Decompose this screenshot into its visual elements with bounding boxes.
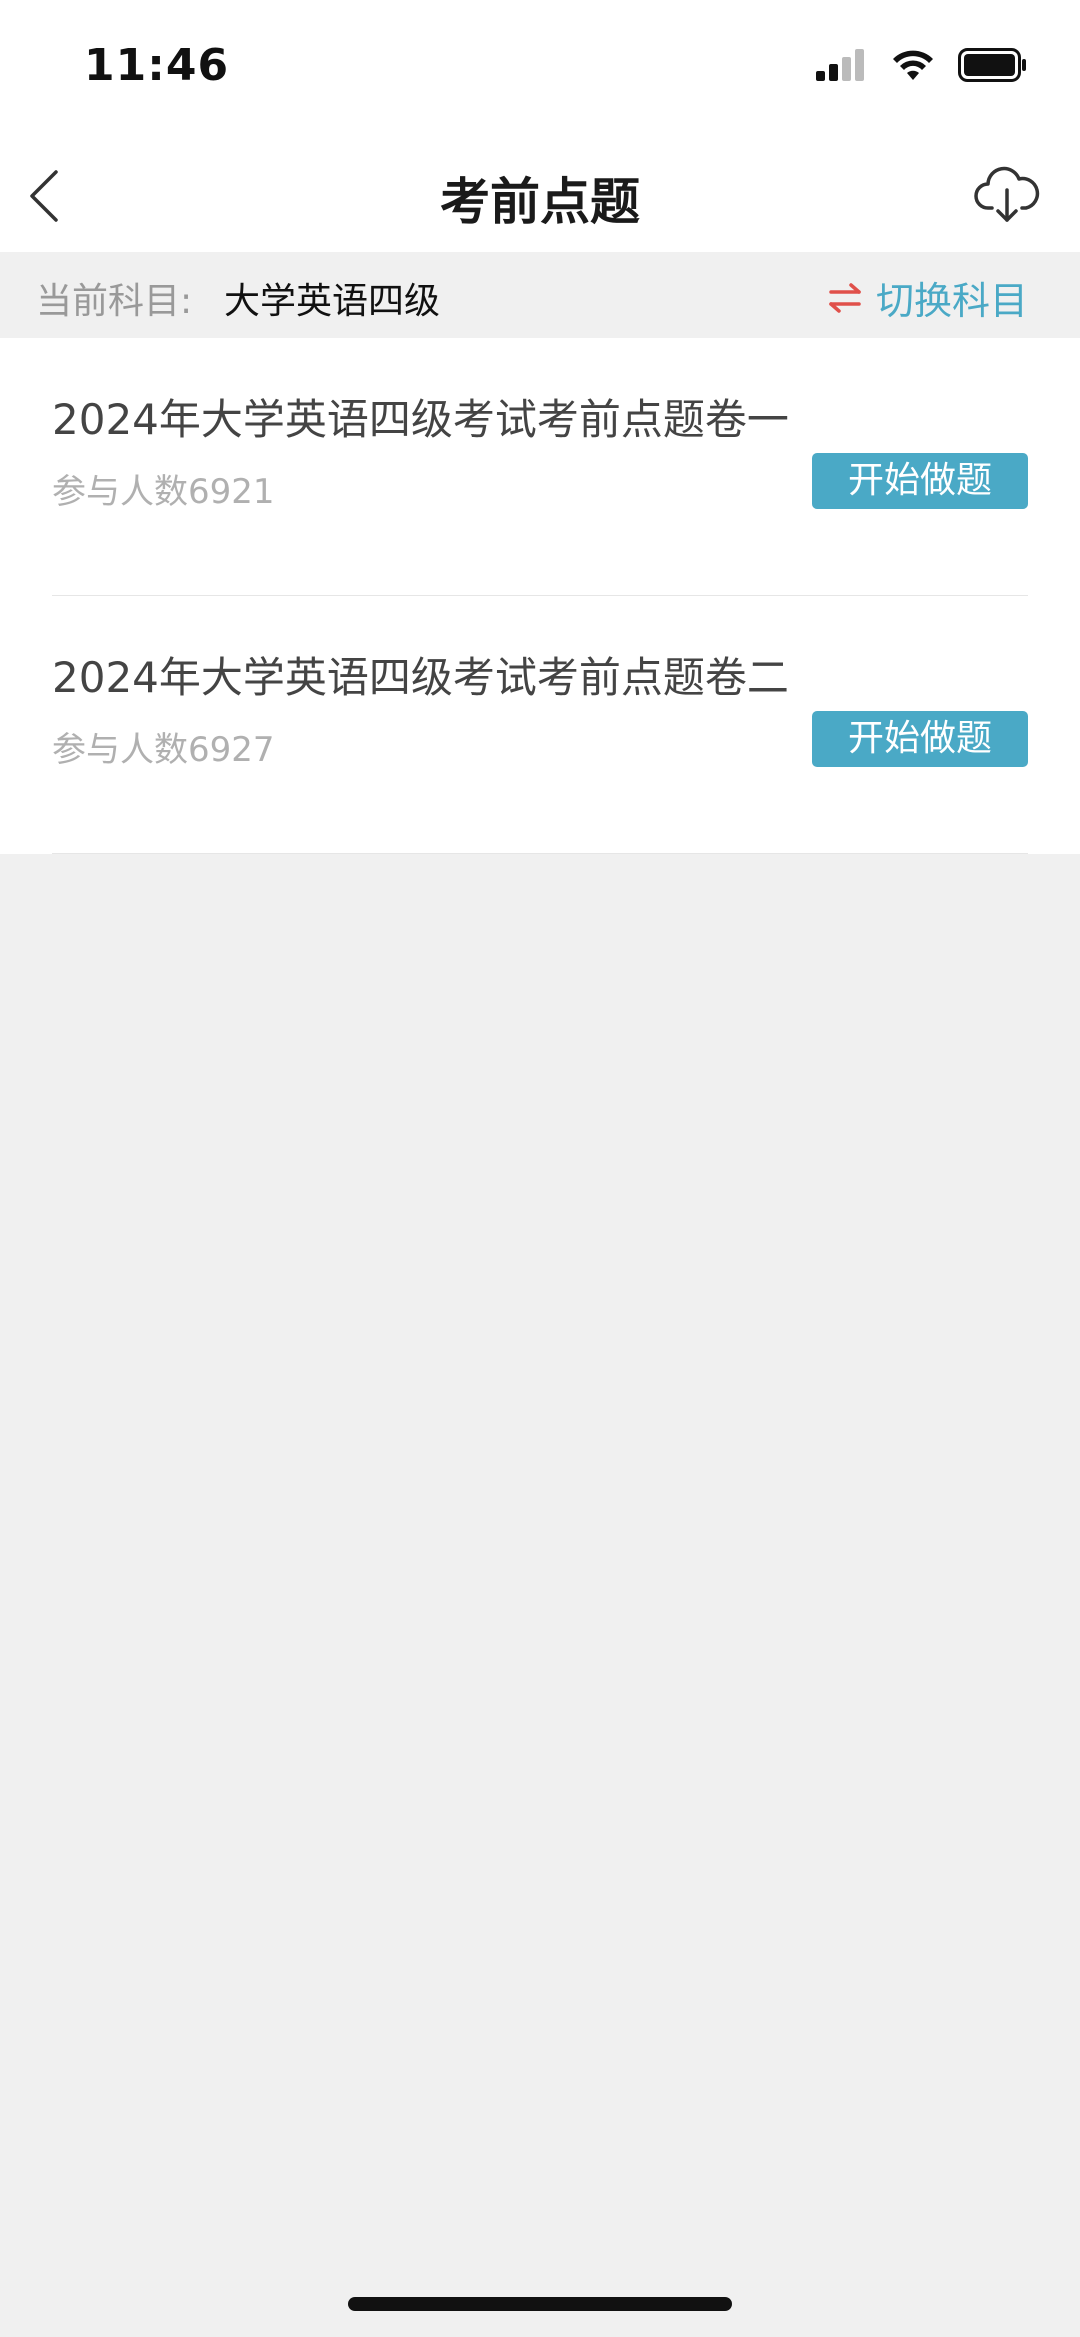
switch-subject-label: 切换科目 <box>875 279 1028 323</box>
paper-list: 2024年大学英语四级考试考前点题卷一 参与人数6921 开始做题 2024年大… <box>0 338 1080 854</box>
paper-title: 2024年大学英语四级考试考前点题卷一 <box>52 395 789 444</box>
paper-title: 2024年大学英语四级考试考前点题卷二 <box>52 653 789 702</box>
subject-value: 大学英语四级 <box>224 281 441 322</box>
download-button[interactable] <box>974 162 1040 228</box>
subject-bar: 当前科目: 大学英语四级 切换科目 <box>0 252 1080 338</box>
battery-icon <box>958 48 1026 82</box>
page-title: 考前点题 <box>440 173 640 231</box>
cloud-download-icon <box>974 166 1040 222</box>
wifi-icon <box>893 50 933 80</box>
nav-bar: 考前点题 <box>0 140 1080 252</box>
signal-icon <box>816 49 864 81</box>
switch-subject-button[interactable]: 切换科目 <box>828 270 1028 325</box>
screen: 11:46 考前点题 当前科目: 大学英语四级 切换科目 2024年大学英语四级… <box>0 0 1080 2337</box>
start-quiz-button[interactable]: 开始做题 <box>812 453 1028 509</box>
participant-count: 参与人数6921 <box>52 472 275 512</box>
list-item[interactable]: 2024年大学英语四级考试考前点题卷二 参与人数6927 开始做题 <box>52 596 1028 854</box>
participant-count: 参与人数6927 <box>52 730 275 770</box>
list-item[interactable]: 2024年大学英语四级考试考前点题卷一 参与人数6921 开始做题 <box>52 338 1028 596</box>
status-icons <box>816 48 1028 82</box>
status-bar: 11:46 <box>0 0 1080 140</box>
start-quiz-button[interactable]: 开始做题 <box>812 711 1028 767</box>
status-time: 11:46 <box>84 40 230 91</box>
home-indicator[interactable] <box>348 2297 732 2311</box>
swap-arrows-icon <box>829 282 861 313</box>
subject-label: 当前科目: <box>36 281 193 322</box>
